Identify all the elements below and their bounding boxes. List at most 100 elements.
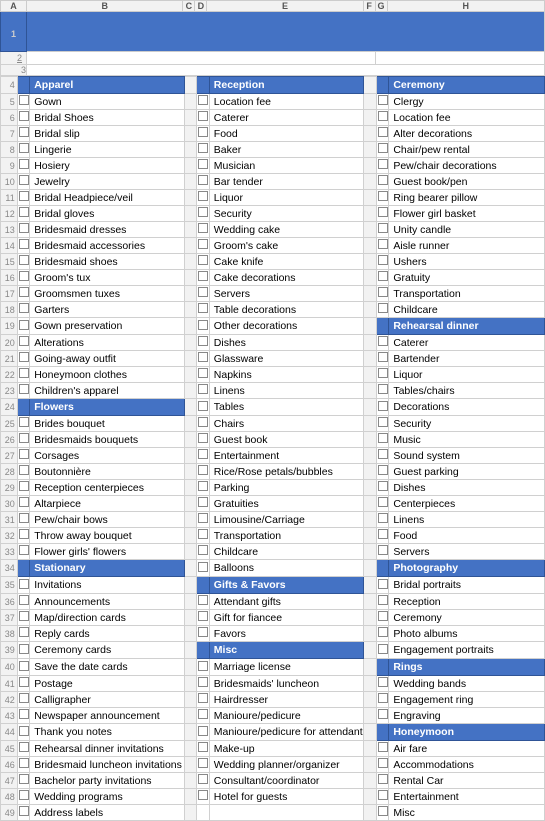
item-checkbox-cell[interactable] [197,399,210,416]
checkbox[interactable] [378,529,388,539]
item-checkbox-cell[interactable] [197,448,210,464]
item-checkbox-cell[interactable] [376,577,389,594]
item-checkbox-cell[interactable] [17,270,30,286]
item-checkbox-cell[interactable] [17,448,30,464]
item-checkbox-cell[interactable] [17,416,30,432]
item-checkbox-cell[interactable] [197,94,210,110]
checkbox[interactable] [198,513,208,523]
checkbox[interactable] [198,529,208,539]
item-checkbox-cell[interactable] [17,757,30,773]
checkbox[interactable] [19,303,29,313]
checkbox[interactable] [378,595,388,605]
item-checkbox-cell[interactable] [17,805,30,821]
item-checkbox-cell[interactable] [197,110,210,126]
checkbox[interactable] [19,465,29,475]
checkbox[interactable] [198,223,208,233]
checkbox[interactable] [198,417,208,427]
item-checkbox-cell[interactable] [17,594,30,610]
item-checkbox-cell[interactable] [197,757,210,773]
checkbox[interactable] [198,95,208,105]
checkbox[interactable] [19,191,29,201]
checkbox[interactable] [378,758,388,768]
checkbox[interactable] [19,352,29,362]
item-checkbox-cell[interactable] [17,659,30,676]
item-checkbox-cell[interactable] [197,464,210,480]
checkbox[interactable] [198,384,208,394]
checkbox[interactable] [378,677,388,687]
item-checkbox-cell[interactable] [376,642,389,659]
item-checkbox-cell[interactable] [17,610,30,626]
item-checkbox-cell[interactable] [376,190,389,206]
item-checkbox-cell[interactable] [376,757,389,773]
checkbox[interactable] [19,449,29,459]
item-checkbox-cell[interactable] [197,512,210,528]
item-checkbox-cell[interactable] [17,94,30,110]
item-checkbox-cell[interactable] [197,158,210,174]
item-checkbox-cell[interactable] [197,302,210,318]
checkbox[interactable] [19,595,29,605]
item-checkbox-cell[interactable] [197,238,210,254]
checkbox[interactable] [198,401,208,411]
item-checkbox-cell[interactable] [376,741,389,757]
item-checkbox-cell[interactable] [376,383,389,399]
checkbox[interactable] [198,595,208,605]
checkbox[interactable] [198,497,208,507]
checkbox[interactable] [19,497,29,507]
checkbox[interactable] [19,513,29,523]
checkbox[interactable] [19,579,29,589]
item-checkbox-cell[interactable] [197,222,210,238]
item-checkbox-cell[interactable] [197,659,210,676]
checkbox[interactable] [378,579,388,589]
checkbox[interactable] [198,481,208,491]
checkbox[interactable] [378,513,388,523]
item-checkbox-cell[interactable] [17,642,30,659]
checkbox[interactable] [378,336,388,346]
item-checkbox-cell[interactable] [197,480,210,496]
checkbox[interactable] [378,368,388,378]
checkbox[interactable] [19,127,29,137]
checkbox[interactable] [198,611,208,621]
item-checkbox-cell[interactable] [17,158,30,174]
checkbox[interactable] [378,223,388,233]
checkbox[interactable] [19,644,29,654]
checkbox[interactable] [198,336,208,346]
checkbox[interactable] [19,143,29,153]
item-checkbox-cell[interactable] [197,318,210,335]
item-checkbox-cell[interactable] [17,626,30,642]
checkbox[interactable] [198,693,208,703]
item-checkbox-cell[interactable] [197,692,210,708]
checkbox[interactable] [19,611,29,621]
item-checkbox-cell[interactable] [376,676,389,692]
checkbox[interactable] [198,661,208,671]
checkbox[interactable] [378,95,388,105]
checkbox[interactable] [19,726,29,736]
checkbox[interactable] [378,159,388,169]
item-checkbox-cell[interactable] [197,789,210,805]
checkbox[interactable] [198,320,208,330]
checkbox[interactable] [198,790,208,800]
checkbox[interactable] [19,774,29,784]
checkbox[interactable] [378,465,388,475]
checkbox[interactable] [378,611,388,621]
checkbox[interactable] [19,255,29,265]
checkbox[interactable] [19,287,29,297]
item-checkbox-cell[interactable] [376,158,389,174]
checkbox[interactable] [19,758,29,768]
checkbox[interactable] [198,191,208,201]
checkbox[interactable] [19,271,29,281]
checkbox[interactable] [198,726,208,736]
checkbox[interactable] [19,384,29,394]
item-checkbox-cell[interactable] [376,126,389,142]
item-checkbox-cell[interactable] [197,351,210,367]
checkbox[interactable] [378,627,388,637]
item-checkbox-cell[interactable] [376,773,389,789]
item-checkbox-cell[interactable] [17,724,30,741]
item-checkbox-cell[interactable] [197,610,210,626]
item-checkbox-cell[interactable] [17,206,30,222]
checkbox[interactable] [198,159,208,169]
checkbox[interactable] [198,207,208,217]
checkbox[interactable] [378,417,388,427]
item-checkbox-cell[interactable] [17,789,30,805]
checkbox[interactable] [19,239,29,249]
item-checkbox-cell[interactable] [376,286,389,302]
